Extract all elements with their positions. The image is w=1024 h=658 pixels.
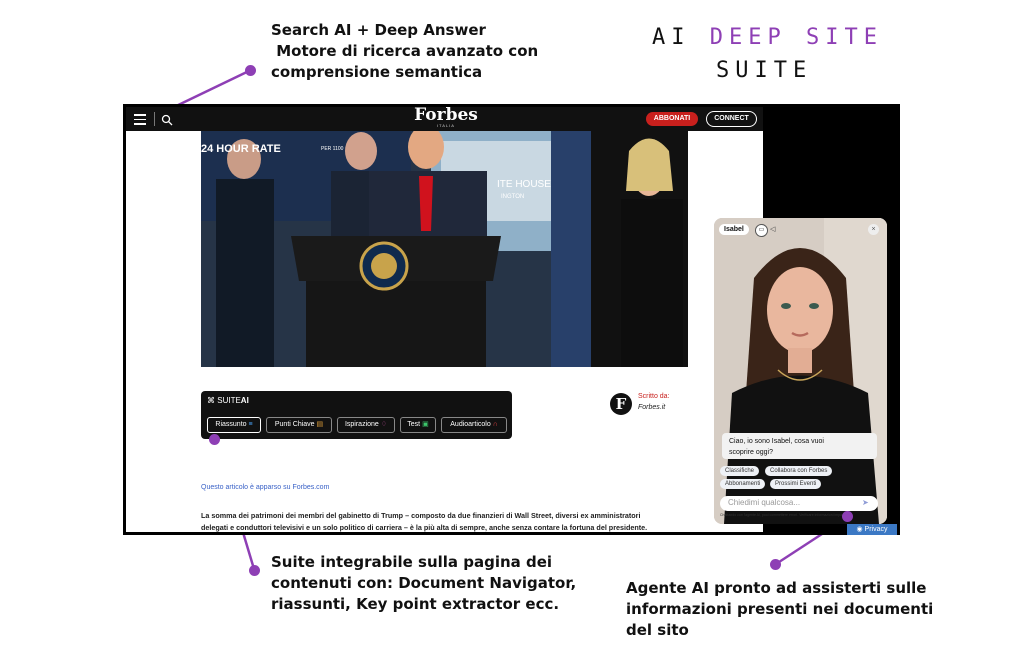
- callout-dot: [249, 565, 260, 576]
- header-divider: [154, 112, 155, 126]
- hero-image: 24 HOUR RATE PER 1100 ITE HOUSE INGTON: [201, 131, 688, 367]
- connect-button[interactable]: CONNECT: [706, 111, 757, 127]
- author-name[interactable]: Forbes.it: [638, 404, 665, 411]
- suite-ai-bar: ⌘ SUITEAI Riassunto ≡ Punti Chiave ▤ Isp…: [201, 391, 512, 439]
- bulb-icon: ♢: [380, 421, 388, 428]
- hero-sign: ITE HOUSE: [497, 179, 551, 190]
- brand-prefix: AI: [652, 25, 710, 50]
- chip-ispirazione[interactable]: Ispirazione ♢: [337, 417, 395, 433]
- quick-reply-eventi[interactable]: Prossimi Eventi: [770, 479, 822, 489]
- headphones-icon: ∩: [492, 421, 498, 428]
- quick-reply-abbonamenti[interactable]: Abbonamenti: [720, 479, 766, 489]
- site-logo-sub: ITALIA: [437, 123, 455, 128]
- suite-logo-icon: ⌘: [207, 396, 215, 405]
- hero-photo: [201, 131, 688, 367]
- callout-dot: [245, 65, 256, 76]
- callout-agent-line: del sito: [626, 621, 689, 639]
- agent-disclaimer: Chattando con l'agente AI, puoi commette…: [720, 513, 851, 517]
- chip-label: Riassunto: [215, 421, 247, 428]
- document-icon: ▤: [316, 421, 324, 428]
- chip-audioarticolo[interactable]: Audioarticolo ∩: [441, 417, 507, 433]
- ai-agent-widget: Isabel ▭ ◁ × Ciao, io sono Isabel, cosa …: [714, 218, 887, 524]
- callout-search: Search AI + Deep Answer Motore di ricerc…: [271, 20, 538, 83]
- site-page: Forbes ITALIA ABBONATI CONNECT 24 HOUR R…: [126, 107, 763, 532]
- author-logo: F: [610, 393, 632, 415]
- subscribe-button[interactable]: ABBONATI: [646, 112, 698, 126]
- close-icon[interactable]: ×: [868, 224, 879, 235]
- chip-label: Test: [407, 421, 421, 428]
- camera-icon: ◉: [856, 526, 863, 533]
- chip-label: Ispirazione: [344, 421, 379, 428]
- summary-icon: ≡: [248, 421, 253, 428]
- callout-suite-line: riassunti, Key point extractor ecc.: [271, 595, 560, 613]
- quick-reply-collabora[interactable]: Collabora con Forbes: [765, 466, 833, 476]
- chip-label: Audioarticolo: [450, 421, 491, 428]
- brand-title: AI DEEP SITE: [652, 25, 883, 50]
- brand-suite: SUITE: [716, 58, 813, 83]
- agent-input[interactable]: Chiedimi qualcosa... ➤: [720, 496, 878, 511]
- callout-agent: Agente AI pronto ad assisterti sulle inf…: [626, 578, 933, 641]
- callout-search-line: Motore di ricerca avanzato con: [271, 42, 539, 60]
- site-header: Forbes ITALIA ABBONATI CONNECT: [126, 107, 763, 131]
- callout-search-line: comprensione semantica: [271, 63, 483, 81]
- suite-title-bold: AI: [240, 396, 249, 405]
- callout-agent-line: Agente AI pronto ad assisterti sulle: [626, 579, 927, 597]
- callout-suite-line: Suite integrabile sulla pagina dei: [271, 553, 553, 571]
- site-screenshot: Forbes ITALIA ABBONATI CONNECT 24 HOUR R…: [123, 104, 900, 535]
- chip-riassunto[interactable]: Riassunto ≡: [207, 417, 261, 433]
- hero-banner-small: PER 1100: [321, 146, 344, 152]
- agent-name-badge: Isabel: [719, 224, 749, 235]
- quiz-icon: ▣: [422, 421, 429, 428]
- agent-greeting: Ciao, io sono Isabel, cosa vuoi scoprire…: [722, 433, 877, 459]
- article-body: La somma dei patrimoni dei membri del ga…: [201, 510, 647, 532]
- video-icon[interactable]: ▭: [755, 224, 768, 237]
- hero-banner-text: 24 HOUR RATE: [201, 143, 281, 155]
- hero-sign-2: INGTON: [501, 194, 525, 200]
- chip-test[interactable]: Test ▣: [400, 417, 436, 433]
- article-line: delegati e conduttori televisivi e un so…: [201, 523, 648, 532]
- callout-dot: [842, 511, 853, 522]
- suite-title-prefix: SUITE: [217, 396, 241, 405]
- chip-punti-chiave[interactable]: Punti Chiave ▤: [266, 417, 332, 433]
- brand-accent: DEEP SITE: [709, 25, 883, 50]
- search-connector: [171, 68, 252, 110]
- quick-reply-classifiche[interactable]: Classifiche: [720, 466, 760, 476]
- greeting-line: scoprire oggi?: [729, 449, 773, 456]
- callout-suite: Suite integrabile sulla pagina dei conte…: [271, 552, 576, 615]
- author-label: Scritto da:: [638, 393, 670, 400]
- callout-suite-line: contenuti con: Document Navigator,: [271, 574, 577, 592]
- search-icon[interactable]: [161, 113, 173, 126]
- callout-dot: [770, 559, 781, 570]
- privacy-button[interactable]: ◉ Privacy: [847, 524, 897, 535]
- agent-input-placeholder: Chiedimi qualcosa...: [728, 498, 801, 507]
- menu-icon[interactable]: [134, 113, 146, 125]
- send-icon[interactable]: ➤: [862, 498, 869, 507]
- source-link[interactable]: Questo articolo è apparso su Forbes.com: [201, 484, 329, 491]
- chip-label: Punti Chiave: [274, 421, 315, 428]
- suite-ai-title: ⌘ SUITEAI: [207, 396, 249, 405]
- callout-dot: [209, 434, 220, 445]
- article-line: La somma dei patrimoni dei membri del ga…: [201, 511, 641, 520]
- speaker-icon[interactable]: ◁: [770, 224, 781, 235]
- privacy-label: Privacy: [864, 526, 888, 533]
- callout-search-title: Search AI + Deep Answer: [271, 21, 486, 39]
- callout-agent-line: informazioni presenti nei documenti: [626, 600, 934, 618]
- greeting-line: Ciao, io sono Isabel, cosa vuoi: [729, 438, 824, 445]
